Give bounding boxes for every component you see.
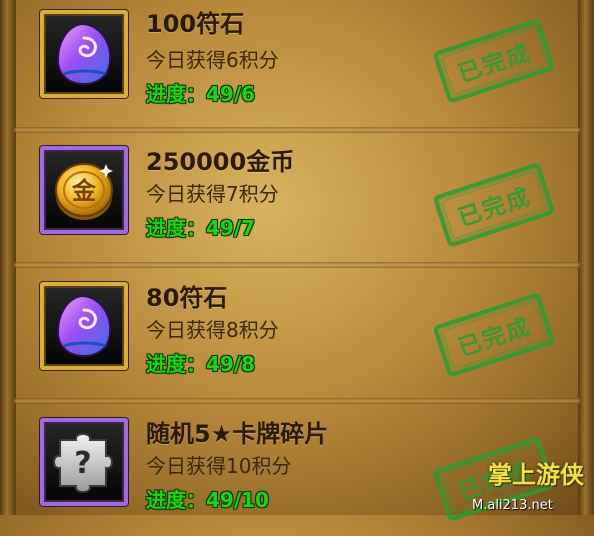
progress-value: 49/7	[206, 216, 256, 240]
task-row: 100符石 今日获得6积分 进度：49/6 已完成	[0, 0, 594, 128]
completed-stamp: 已完成	[432, 162, 556, 248]
reward-icon-box[interactable]: 金	[40, 146, 128, 234]
progress-label: 进度：	[146, 488, 206, 512]
completed-stamp: 已完成	[432, 18, 556, 104]
card-fragment-icon: ?	[53, 433, 113, 493]
progress-label: 进度：	[146, 82, 206, 106]
task-row: 80符石 今日获得8积分 进度：49/8 已完成	[0, 272, 594, 400]
task-points: 今日获得8积分	[146, 318, 279, 342]
reward-icon-box[interactable]	[40, 10, 128, 98]
rune-stone-icon	[56, 294, 112, 358]
watermark-url: M.ali213.net	[472, 498, 553, 513]
task-title: 250000金币	[146, 148, 295, 176]
progress-label: 进度：	[146, 352, 206, 376]
progress-value: 49/8	[206, 352, 256, 376]
task-points: 今日获得6积分	[146, 48, 279, 72]
task-points: 今日获得7积分	[146, 182, 279, 206]
watermark: 掌上游侠 M.ali213.net	[472, 453, 588, 513]
task-row: 金 250000金币 今日获得7积分 进度：49/7 已完成	[0, 136, 594, 264]
progress-label: 进度：	[146, 216, 206, 240]
task-progress: 进度：49/6	[146, 78, 255, 107]
svg-text:金: 金	[71, 177, 97, 205]
watermark-logo-text: 掌上游侠	[488, 461, 584, 489]
gold-coin-icon: 金	[55, 163, 113, 220]
task-title: 100符石	[146, 10, 245, 38]
completed-stamp: 已完成	[432, 292, 556, 378]
task-progress: 进度：49/10	[146, 484, 269, 513]
task-progress: 进度：49/7	[146, 212, 255, 241]
reward-icon-box[interactable]	[40, 282, 128, 370]
task-progress: 进度：49/8	[146, 348, 255, 377]
reward-icon-box[interactable]: ?	[40, 418, 128, 506]
task-title: 随机5★卡牌碎片	[146, 420, 329, 448]
svg-text:?: ?	[74, 446, 91, 481]
progress-value: 49/6	[206, 82, 256, 106]
progress-value: 49/10	[206, 488, 269, 512]
task-title: 80符石	[146, 284, 228, 312]
rune-stone-icon	[56, 22, 112, 86]
task-points: 今日获得10积分	[146, 454, 292, 478]
